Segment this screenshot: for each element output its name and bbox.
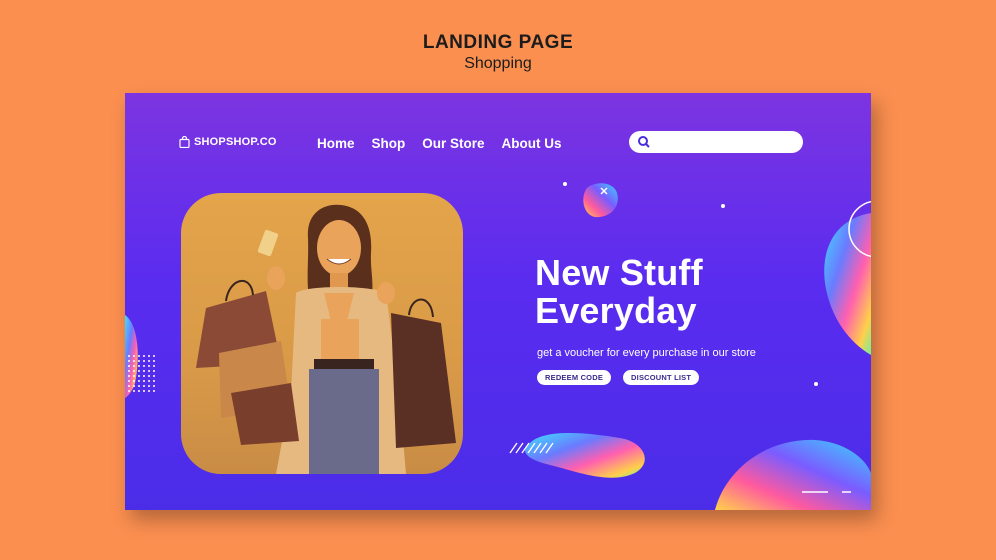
blob-bottom-center — [525, 433, 645, 478]
nav-our-store[interactable]: Our Store — [422, 136, 484, 151]
blob-right — [824, 213, 871, 355]
search-icon — [638, 136, 650, 148]
page-subtitle: Shopping — [464, 55, 532, 72]
hero-headline: New Stuff Everyday — [535, 254, 703, 330]
search-bar[interactable] — [629, 131, 803, 153]
hero-buttons: REDEEM CODE DISCOUNT LIST — [537, 370, 700, 385]
bag-icon — [179, 136, 190, 148]
page-title: LANDING PAGE — [422, 32, 574, 53]
main-nav: Home Shop Our Store About Us — [317, 136, 562, 151]
blob-top-small — [583, 183, 618, 218]
redeem-code-button[interactable]: REDEEM CODE — [537, 370, 612, 385]
sparkle-dot — [814, 382, 818, 386]
sparkle-dot — [721, 204, 725, 208]
hero-subline: get a voucher for every purchase in our … — [537, 347, 756, 359]
blob-bottom-right — [715, 439, 871, 510]
logo-text: SHOPSHOP.CO — [194, 136, 277, 148]
hero-image — [181, 193, 463, 474]
search-input[interactable] — [655, 135, 799, 149]
page-heading: LANDING PAGE Shopping — [0, 32, 996, 73]
sparkle-dot — [563, 182, 567, 186]
hero-headline-line-1: New Stuff — [535, 252, 703, 293]
nav-about-us[interactable]: About Us — [502, 136, 562, 151]
blob-left-edge — [125, 315, 138, 398]
shopper-illustration — [196, 204, 456, 474]
discount-list-button[interactable]: DISCOUNT LIST — [623, 370, 700, 385]
site-logo[interactable]: SHOPSHOP.CO — [179, 136, 277, 148]
landing-page-mockup: SHOPSHOP.CO Home Shop Our Store About Us — [125, 93, 871, 510]
nav-home[interactable]: Home — [317, 136, 355, 151]
hero-headline-line-2: Everyday — [535, 290, 697, 331]
nav-shop[interactable]: Shop — [372, 136, 406, 151]
